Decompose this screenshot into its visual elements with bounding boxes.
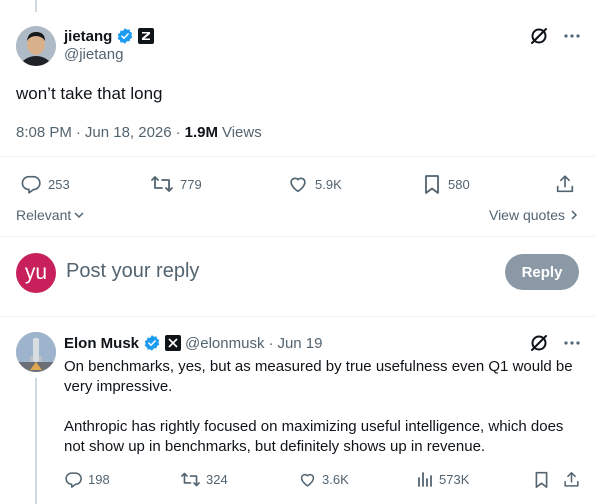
bookmark-count: 580 — [448, 176, 470, 192]
composer-avatar-text: yu — [24, 261, 48, 284]
share-icon — [562, 470, 581, 489]
share-button[interactable] — [554, 172, 576, 196]
repost-button[interactable]: 324 — [180, 468, 228, 490]
reply-paragraph: On benchmarks, yes, but as measured by t… — [64, 358, 573, 395]
reply-count: 253 — [48, 176, 70, 192]
repost-icon — [180, 470, 201, 489]
like-count: 3.6K — [322, 471, 349, 487]
tweet-actions-bar: 253 779 5.9K 580 — [0, 172, 595, 196]
share-icon — [554, 173, 576, 195]
reply-button[interactable]: 253 — [20, 172, 70, 196]
more-icon[interactable] — [563, 27, 581, 45]
tweet-top-actions — [529, 26, 581, 46]
tweet-metadata: 8:08 PM · Jun 18, 2026 · 1.9M Views — [16, 124, 262, 141]
meta-separator: · — [75, 124, 81, 141]
divider — [0, 236, 595, 237]
meta-separator: · — [268, 334, 274, 352]
grok-icon[interactable] — [529, 26, 549, 46]
sort-dropdown[interactable]: Relevant — [16, 207, 85, 223]
tweet-text: won’t take that long — [16, 84, 163, 103]
reply-icon — [64, 470, 83, 489]
reply-icon — [20, 173, 42, 195]
views-icon — [416, 470, 434, 488]
chevron-down-icon — [73, 209, 85, 221]
reply-paragraph: Anthropic has rightly focused on maximiz… — [64, 418, 564, 455]
views-button[interactable]: 573K — [416, 468, 469, 490]
view-quotes-label: View quotes — [488, 207, 565, 223]
verified-badge-icon — [116, 27, 134, 45]
thread-line-top — [35, 0, 37, 12]
reply-top-actions — [529, 333, 581, 353]
views-count: 1.9M — [184, 124, 218, 141]
more-icon[interactable] — [563, 334, 581, 352]
composer-avatar[interactable]: yu — [16, 253, 56, 293]
share-button[interactable] — [562, 468, 581, 490]
tweet-time[interactable]: 8:08 PM — [16, 124, 72, 141]
tweet-date[interactable]: Jun 18, 2026 — [85, 124, 172, 141]
bookmark-button[interactable] — [533, 468, 550, 490]
chevron-right-icon — [569, 209, 579, 221]
like-button[interactable]: 3.6K — [298, 468, 349, 490]
bookmark-icon — [533, 470, 550, 489]
affiliate-z-badge-icon — [138, 28, 155, 44]
avatar[interactable] — [16, 26, 56, 66]
reply-actions-bar: 198 324 3.6K 573K — [0, 468, 595, 490]
bookmark-icon — [422, 173, 442, 195]
x-affiliate-badge-icon — [165, 335, 182, 351]
verified-badge-icon — [143, 334, 161, 352]
reply-input[interactable]: Post your reply — [66, 260, 199, 283]
reply-author-avatar[interactable] — [16, 332, 56, 372]
author-display-name[interactable]: jietang — [64, 28, 112, 45]
author-handle[interactable]: @jietang — [64, 46, 123, 63]
divider — [0, 316, 595, 317]
reply-author-row: Elon Musk @elonmusk · Jun 19 — [64, 333, 323, 353]
reply-submit-button[interactable]: Reply — [505, 254, 579, 290]
reply-text: On benchmarks, yes, but as measured by t… — [64, 357, 584, 457]
reply-button[interactable]: 198 — [64, 468, 110, 490]
grok-icon[interactable] — [529, 333, 549, 353]
sort-label: Relevant — [16, 207, 72, 223]
like-count: 5.9K — [315, 176, 342, 192]
author-name-row: jietang — [64, 26, 155, 46]
bookmark-button[interactable]: 580 — [422, 172, 470, 196]
view-quotes-link[interactable]: View quotes — [489, 207, 579, 223]
meta-separator: · — [175, 124, 181, 141]
repost-count: 324 — [206, 471, 228, 487]
reply-author-name[interactable]: Elon Musk — [64, 335, 139, 352]
repost-count: 779 — [180, 176, 202, 192]
reply-count: 198 — [88, 471, 110, 487]
repost-button[interactable]: 779 — [150, 172, 202, 196]
repost-icon — [150, 173, 174, 195]
divider — [0, 156, 595, 157]
views-count: 573K — [439, 471, 470, 487]
like-button[interactable]: 5.9K — [287, 172, 342, 196]
like-icon — [287, 173, 309, 195]
views-label: Views — [221, 124, 262, 141]
reply-author-handle[interactable]: @elonmusk — [185, 335, 264, 352]
like-icon — [298, 470, 317, 489]
reply-date[interactable]: Jun 19 — [277, 335, 322, 352]
